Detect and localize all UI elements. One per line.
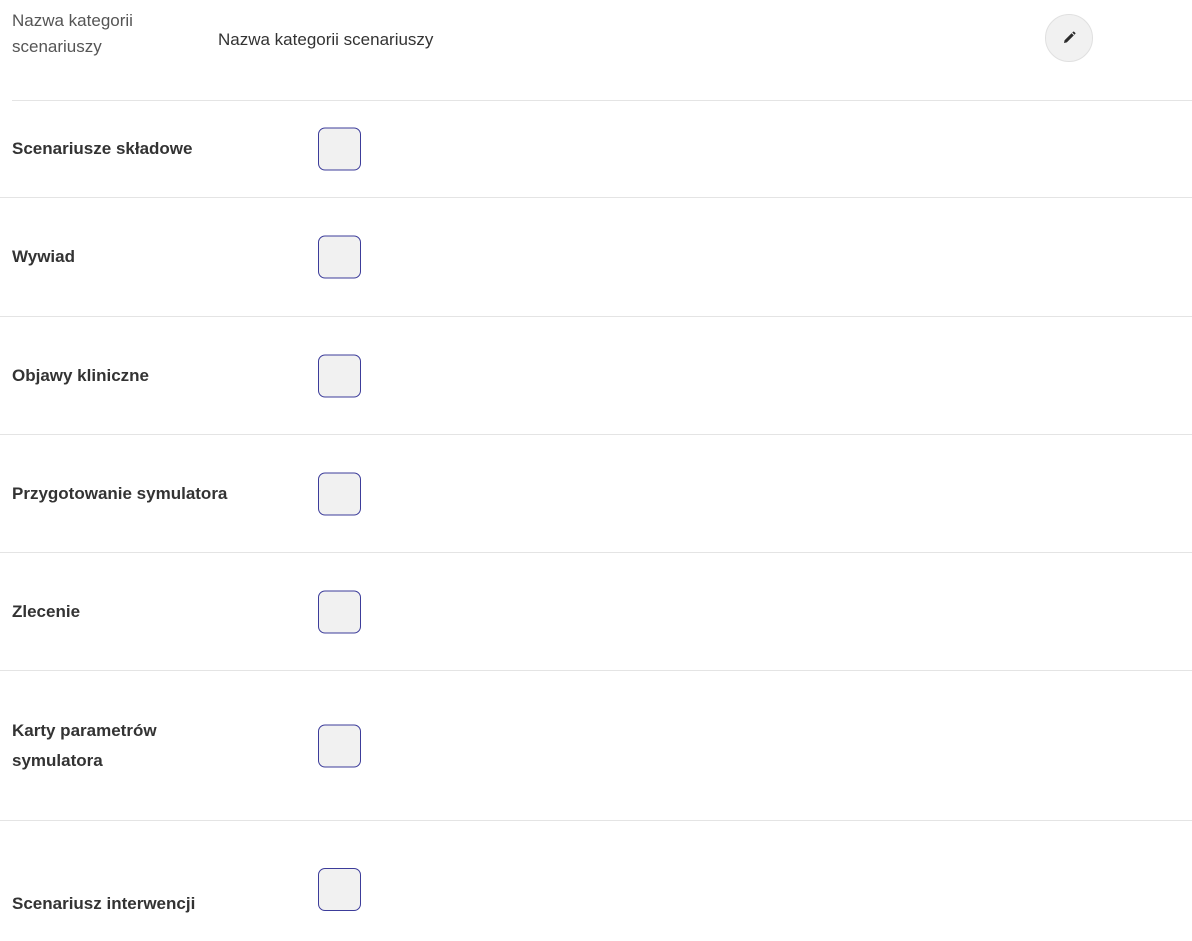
objawy-kliniczne-checkbox[interactable] xyxy=(318,354,361,397)
field-row-przygotowanie-symulatora: Przygotowanie symulatora xyxy=(0,435,1192,553)
field-label: Objawy kliniczne xyxy=(12,365,149,385)
scenariusze-skladowe-checkbox[interactable] xyxy=(318,127,361,171)
category-name-row: Nazwa kategorii scenariuszy Nazwa katego… xyxy=(12,0,1192,101)
field-row-wywiad: Wywiad xyxy=(0,198,1192,317)
pencil-icon xyxy=(1062,31,1076,45)
wywiad-checkbox[interactable] xyxy=(318,235,361,279)
karty-parametrow-symulatora-checkbox[interactable] xyxy=(318,724,361,767)
przygotowanie-symulatora-checkbox[interactable] xyxy=(318,472,361,515)
field-label: Przygotowanie symulatora xyxy=(12,483,228,503)
field-row-scenariusze-skladowe: Scenariusze składowe xyxy=(0,101,1192,198)
category-name-value: Nazwa kategorii scenariuszy xyxy=(218,30,434,49)
zlecenie-checkbox[interactable] xyxy=(318,590,361,633)
scenariusz-interwencji-checkbox[interactable] xyxy=(318,868,361,911)
field-row-scenariusz-interwencji: Scenariusz interwencji xyxy=(0,821,1192,941)
field-label: Scenariusze składowe xyxy=(12,139,193,158)
field-label: Karty parametrów symulatora xyxy=(12,720,157,770)
edit-button[interactable] xyxy=(1045,14,1093,62)
field-row-objawy-kliniczne: Objawy kliniczne xyxy=(0,317,1192,435)
field-label: Scenariusz interwencji xyxy=(12,894,196,913)
field-row-zlecenie: Zlecenie xyxy=(0,553,1192,671)
category-name-label: Nazwa kategorii scenariuszy xyxy=(12,11,133,56)
field-row-karty-parametrow-symulatora: Karty parametrów symulatora xyxy=(0,671,1192,821)
field-label: Wywiad xyxy=(12,247,75,266)
field-label: Zlecenie xyxy=(12,601,81,621)
